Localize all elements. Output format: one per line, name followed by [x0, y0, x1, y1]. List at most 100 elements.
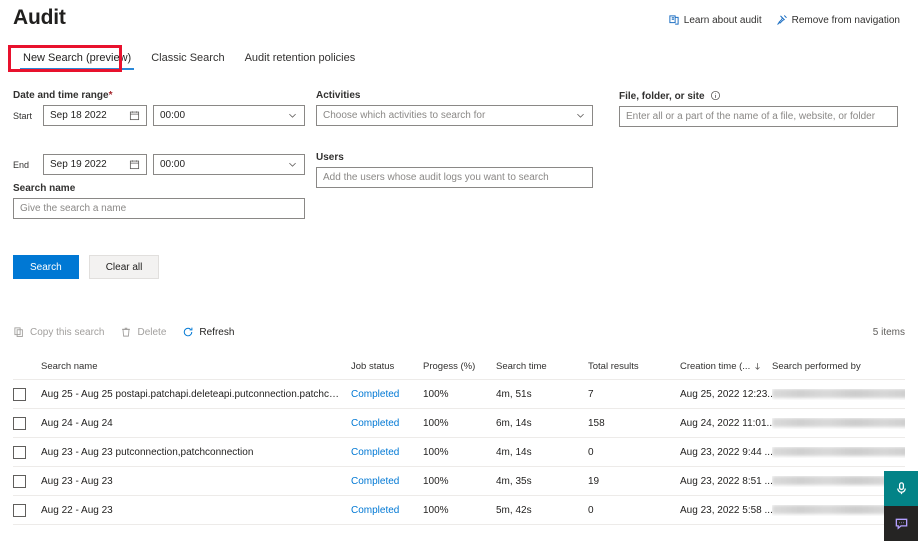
- help-widget[interactable]: [884, 471, 918, 506]
- cell-total-results: 19: [588, 475, 600, 487]
- cell-search-time: 4m, 51s: [496, 388, 532, 400]
- copy-this-search-label: Copy this search: [30, 326, 105, 338]
- row-checkbox[interactable]: [13, 445, 26, 459]
- file-folder-site-label: File, folder, or site: [619, 90, 898, 102]
- row-checkbox-cell: [13, 445, 41, 459]
- search-button[interactable]: Search: [13, 255, 79, 279]
- table-row[interactable]: Aug 24 - Aug 24 Completed 100% 6m, 14s 158 Au…: [13, 409, 905, 438]
- column-header-search-time[interactable]: Search time: [496, 361, 588, 372]
- learn-about-audit-link[interactable]: Learn about audit: [668, 14, 762, 26]
- cell-search-name: Aug 25 - Aug 25 postapi.patchapi.deletea…: [41, 388, 351, 400]
- table-row[interactable]: Aug 23 - Aug 23 Completed 100% 4m, 35s 19 Aug…: [13, 467, 905, 496]
- activities-label: Activities: [316, 90, 361, 101]
- cell-job-status[interactable]: Completed: [351, 389, 423, 400]
- end-time-select[interactable]: 00:00: [153, 154, 305, 175]
- delete-button[interactable]: Delete: [120, 326, 166, 338]
- activities-placeholder: Choose which activities to search for: [323, 110, 486, 121]
- microphone-icon: [894, 481, 909, 496]
- users-input[interactable]: Add the users whose audit logs you want …: [316, 167, 593, 188]
- items-count: 5 items: [872, 326, 905, 338]
- tab-bar: New Search (preview) Classic Search Audi…: [13, 49, 365, 73]
- row-checkbox[interactable]: [13, 416, 26, 430]
- tab-classic-search[interactable]: Classic Search: [141, 49, 234, 73]
- redacted-value: [772, 447, 905, 457]
- cell-search-time: 4m, 35s: [496, 475, 532, 487]
- cell-search-name: Aug 23 - Aug 23: [41, 475, 113, 487]
- column-header-progress[interactable]: Progess (%): [423, 361, 496, 372]
- row-checkbox[interactable]: [13, 503, 26, 517]
- tab-new-search[interactable]: New Search (preview): [13, 49, 141, 73]
- refresh-label: Refresh: [199, 326, 235, 338]
- cell-progress: 100%: [423, 504, 449, 516]
- clear-all-button[interactable]: Clear all: [88, 255, 160, 279]
- file-folder-site-placeholder: Enter all or a part of the name of a fil…: [626, 111, 876, 122]
- cell-search-performed-by: [772, 447, 905, 458]
- cell-job-status[interactable]: Completed: [351, 418, 423, 429]
- column-header-search-name[interactable]: Search name: [41, 361, 351, 372]
- column-header-job-status[interactable]: Job status: [351, 361, 423, 372]
- row-checkbox-cell: [13, 416, 41, 430]
- end-date-input[interactable]: Sep 19 2022: [43, 154, 147, 175]
- cell-total-results: 158: [588, 417, 605, 429]
- start-date-input[interactable]: Sep 18 2022: [43, 105, 147, 126]
- form-column-right: File, folder, or site Enter all or a par…: [619, 90, 898, 127]
- cell-job-status[interactable]: Completed: [351, 447, 423, 458]
- column-header-total-results[interactable]: Total results: [588, 361, 680, 372]
- header-actions: Learn about audit Remove from navigation: [668, 14, 900, 26]
- remove-from-navigation-link[interactable]: Remove from navigation: [776, 14, 900, 26]
- date-range-label: Date and time range*: [13, 90, 113, 101]
- start-time-select[interactable]: 00:00: [153, 105, 305, 126]
- tab-audit-retention-policies-label: Audit retention policies: [244, 52, 356, 64]
- tab-active-underline: [20, 68, 135, 70]
- cell-search-performed-by: [772, 389, 905, 400]
- cell-total-results: 0: [588, 446, 594, 458]
- chevron-down-icon[interactable]: [287, 159, 298, 170]
- chevron-down-icon[interactable]: [575, 110, 586, 121]
- cell-search-name: Aug 22 - Aug 23: [41, 504, 113, 516]
- copy-icon: [13, 326, 25, 338]
- row-checkbox[interactable]: [13, 387, 26, 401]
- chat-widget[interactable]: [884, 506, 918, 541]
- cell-job-status[interactable]: Completed: [351, 505, 423, 516]
- info-icon[interactable]: [710, 90, 721, 101]
- row-checkbox-cell: [13, 387, 41, 401]
- trash-icon: [120, 326, 132, 338]
- refresh-button[interactable]: Refresh: [182, 326, 234, 338]
- book-icon: [668, 14, 680, 26]
- cell-total-results: 7: [588, 388, 594, 400]
- cell-search-performed-by: [772, 418, 905, 429]
- activities-select[interactable]: Choose which activities to search for: [316, 105, 593, 126]
- floating-widgets: [884, 471, 918, 541]
- cell-job-status[interactable]: Completed: [351, 476, 423, 487]
- cell-creation-time: Aug 23, 2022 8:51 ...: [680, 475, 772, 487]
- row-checkbox-cell: [13, 474, 41, 488]
- row-checkbox-cell: [13, 503, 41, 517]
- redacted-value: [772, 389, 905, 399]
- cell-creation-time: Aug 24, 2022 11:01...: [680, 417, 772, 429]
- form-column-middle: Activities Choose which activities to se…: [316, 90, 593, 188]
- calendar-icon[interactable]: [129, 159, 140, 170]
- end-date-value: Sep 19 2022: [50, 159, 107, 170]
- row-checkbox[interactable]: [13, 474, 26, 488]
- tab-audit-retention-policies[interactable]: Audit retention policies: [235, 49, 366, 73]
- table-row[interactable]: Aug 22 - Aug 23 Completed 100% 5m, 42s 0 Aug …: [13, 496, 905, 525]
- search-name-label: Search name: [13, 183, 76, 194]
- search-name-input[interactable]: Give the search a name: [13, 198, 305, 219]
- cell-search-time: 4m, 14s: [496, 446, 532, 458]
- column-header-search-performed-by[interactable]: Search performed by: [772, 361, 905, 372]
- file-folder-site-input[interactable]: Enter all or a part of the name of a fil…: [619, 106, 898, 127]
- audit-page: Audit Learn about audit Remove from navi…: [0, 0, 918, 541]
- start-datetime-row: Start Sep 18 2022 00:00: [13, 105, 305, 126]
- refresh-icon: [182, 326, 194, 338]
- users-label: Users: [316, 152, 344, 163]
- calendar-icon[interactable]: [129, 110, 140, 121]
- copy-this-search-button[interactable]: Copy this search: [13, 326, 104, 338]
- chat-icon: [894, 516, 909, 531]
- cell-total-results: 0: [588, 504, 594, 516]
- table-row[interactable]: Aug 25 - Aug 25 postapi.patchapi.deletea…: [13, 380, 905, 409]
- search-name-placeholder: Give the search a name: [20, 203, 127, 214]
- chevron-down-icon[interactable]: [287, 110, 298, 121]
- table-row[interactable]: Aug 23 - Aug 23 putconnection,patchconne…: [13, 438, 905, 467]
- column-header-creation-time[interactable]: Creation time (...: [680, 361, 772, 372]
- delete-label: Delete: [137, 326, 167, 338]
